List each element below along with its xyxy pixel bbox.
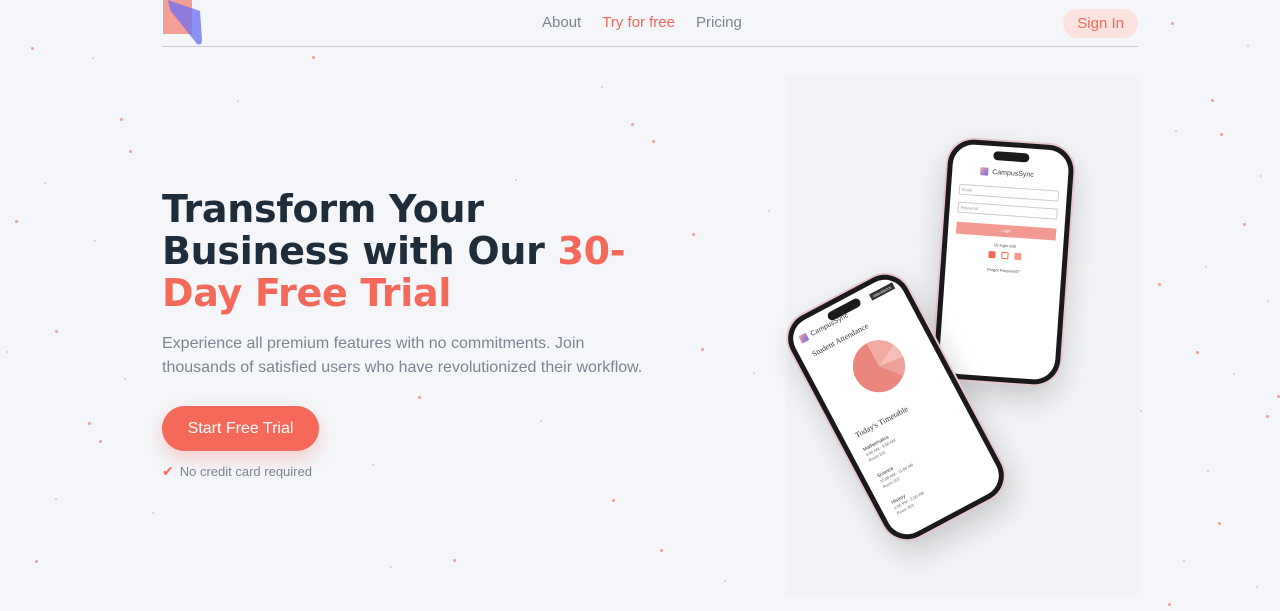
headline-accent-1: 30- [557, 229, 626, 273]
class-item: History 1:00 PM - 2:00 PM Room 303 [890, 485, 928, 517]
brand-logo[interactable] [162, 0, 204, 46]
login-button: Login [955, 221, 1057, 241]
attendance-badge: Attendance [868, 282, 896, 301]
headline-line-2: Business with Our [162, 229, 545, 273]
headline-accent-2: Day Free Trial [162, 271, 452, 315]
nav-link-about[interactable]: About [542, 14, 581, 31]
class-item: Mathematics 9:00 AM - 9:50 AM Room 101 [862, 432, 900, 463]
app-logo-icon [980, 167, 989, 176]
facebook-icon [987, 250, 996, 259]
top-nav: About Try for free Pricing Sign In [162, 0, 1138, 47]
phone-mockup-login: CampusSync Email Password Login Or login… [932, 137, 1076, 387]
app-logo-icon [798, 332, 810, 344]
class-item: Science 10:00 AM - 11:00 AM Room 202 [876, 457, 917, 490]
forgot-password-link: Forgot Password? [987, 266, 1020, 275]
no-credit-card-note: ✔ No credit card required [162, 463, 682, 480]
hero-section: Transform Your Business with Our 30- Day… [162, 188, 682, 480]
nav-link-try-for-free[interactable]: Try for free [602, 14, 675, 31]
phone-notch [993, 151, 1030, 163]
nav-links: About Try for free Pricing [542, 14, 742, 31]
hero-subtitle: Experience all premium features with no … [162, 335, 643, 376]
email-field: Email [958, 183, 1060, 202]
phone-screen-login: CampusSync Email Password Login Or login… [938, 143, 1070, 381]
hero-headline: Transform Your Business with Our 30- Day… [162, 188, 682, 314]
start-free-trial-button[interactable]: Start Free Trial [162, 406, 319, 451]
twitter-icon [1013, 252, 1022, 261]
headline-line-1: Transform Your [162, 187, 484, 231]
app-header: CampusSync [980, 167, 1034, 179]
note-text: No credit card required [179, 464, 312, 479]
sign-in-button[interactable]: Sign In [1063, 9, 1138, 38]
google-icon [1000, 251, 1009, 260]
app-name: CampusSync [992, 168, 1035, 179]
password-field: Password [957, 201, 1058, 220]
nav-link-pricing[interactable]: Pricing [696, 14, 742, 31]
check-icon: ✔ [162, 463, 174, 479]
